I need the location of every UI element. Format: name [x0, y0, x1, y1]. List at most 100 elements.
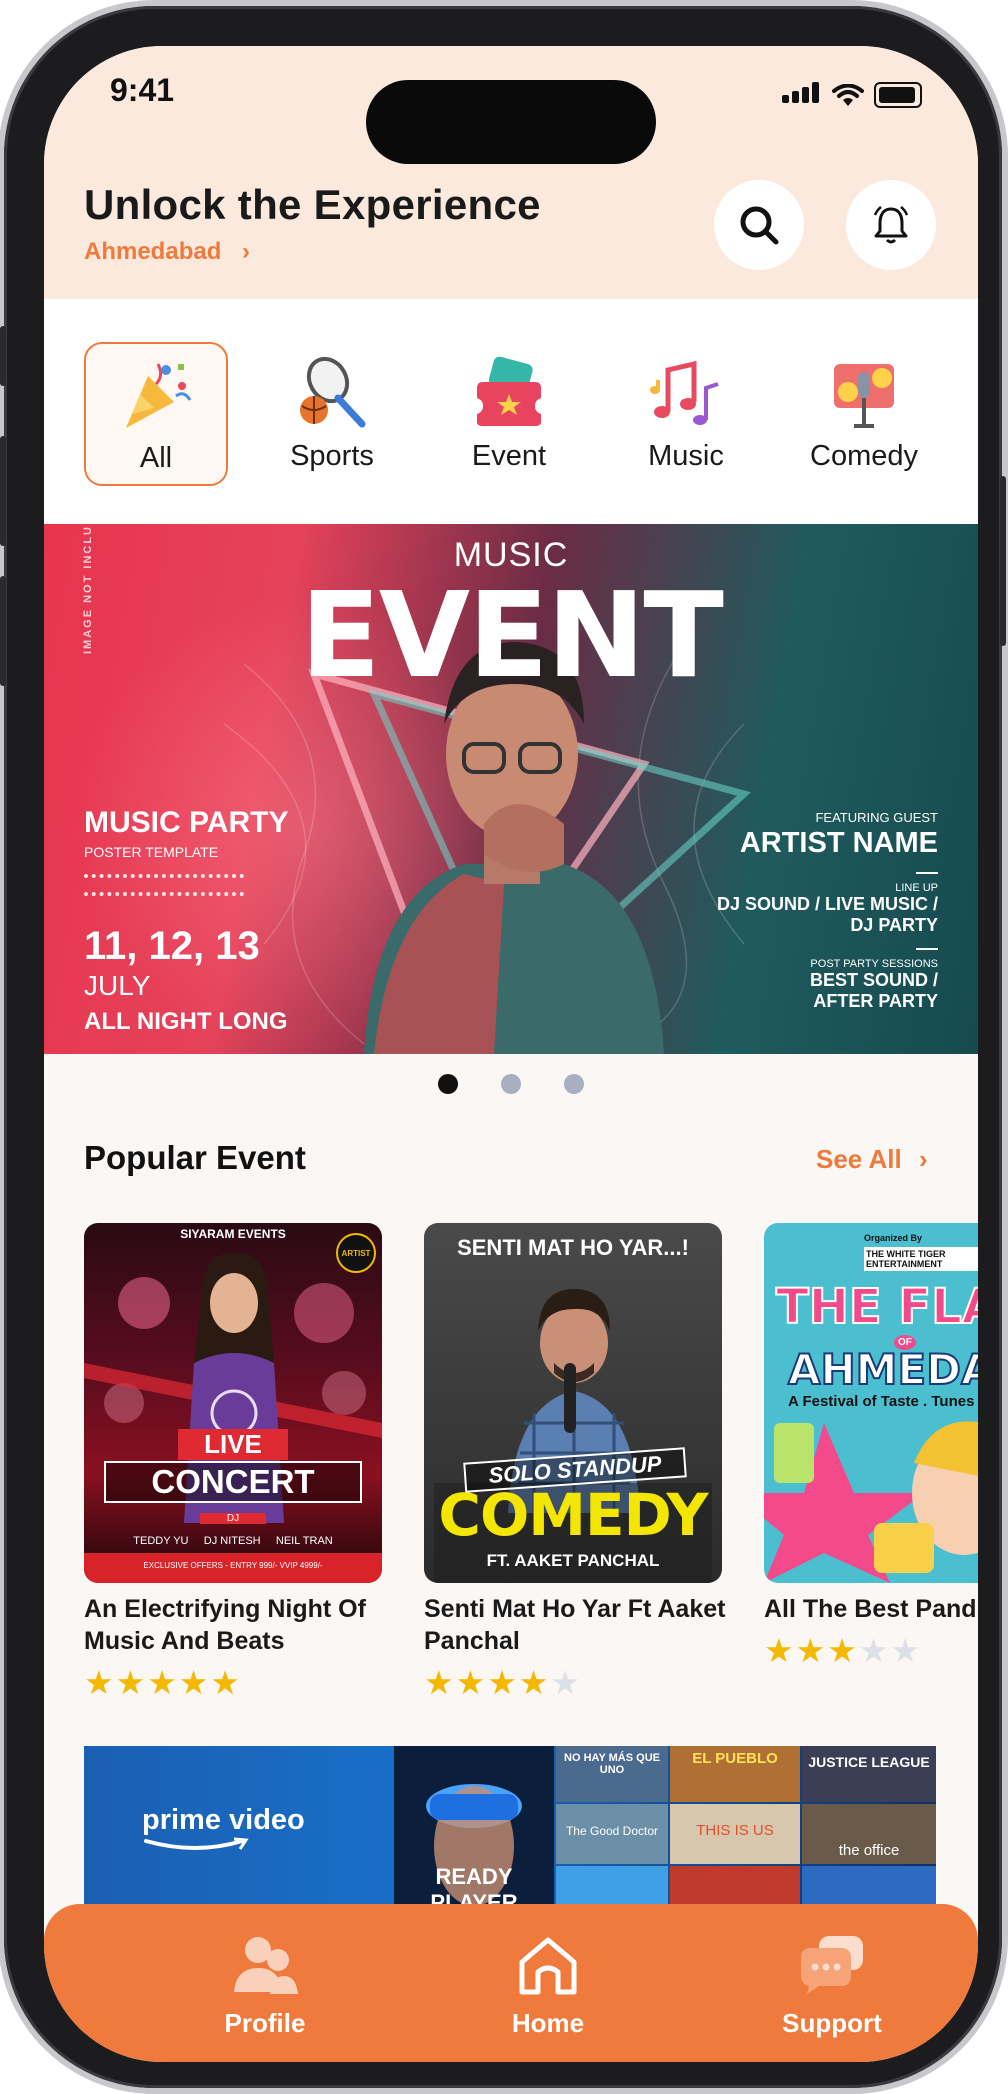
profile-icon: [234, 1937, 298, 1994]
nav-label: Home: [511, 2008, 585, 2038]
category-comedy[interactable]: Comedy: [794, 342, 934, 482]
category-music[interactable]: Music: [616, 342, 756, 482]
signal-icon: [782, 82, 822, 108]
banner-details: FEATURING GUEST ARTIST NAME LINE UP DJ S…: [717, 810, 938, 1012]
poster-ahmedabad-label: AHMEDAB: [787, 1344, 978, 1395]
nav-home[interactable]: Home: [458, 1934, 638, 2039]
poster-offer: EXCLUSIVE OFFERS - ENTRY 999/- VVIP 4999…: [143, 1561, 323, 1570]
banner-month: JULY: [84, 970, 151, 1001]
promo-tile: The Good Doctor: [556, 1804, 668, 1864]
category-sports[interactable]: Sports: [262, 342, 402, 482]
tennis-racket-icon: [292, 352, 372, 432]
search-button[interactable]: [714, 180, 804, 270]
poster-dj-tag: DJ: [200, 1513, 266, 1524]
event-card[interactable]: SIYARAM EVENTS ARTIST LIVE CONCERT DJ TE…: [84, 1223, 382, 1702]
promo-tile: EL PUEBLO: [670, 1746, 800, 1802]
banner-party-sub: POSTER TEMPLATE: [84, 844, 219, 860]
poster-flavour-label: THE FLAVO: [775, 1278, 978, 1336]
event-card[interactable]: SENTI MAT HO YAR...! SOLO STANDUP COMEDY…: [424, 1223, 725, 1702]
nav-profile[interactable]: Profile: [175, 1934, 355, 2039]
category-all[interactable]: All: [84, 342, 228, 486]
event-title: An Electrifying Night Of Music And Beats: [84, 1595, 366, 1655]
chevron-right-icon: ›: [242, 238, 251, 265]
carousel-dot[interactable]: [564, 1074, 584, 1094]
promo-tile: NO HAY MÁS QUE UNO: [556, 1746, 668, 1802]
star-icon: ★: [178, 1664, 211, 1701]
star-icon: ★: [890, 1632, 922, 1669]
comedy-mic-icon: [824, 352, 904, 432]
bottom-nav: Profile Home Support: [44, 1904, 978, 2062]
poster-badge: ARTIST: [336, 1233, 376, 1273]
status-time: 9:41: [110, 72, 175, 108]
prime-video-logo: prime video: [142, 1804, 305, 1858]
poster-sub-label: A Festival of Taste . Tunes: [788, 1393, 975, 1410]
home-icon: [519, 1937, 577, 1995]
promo-tile: THIS IS US: [670, 1804, 800, 1864]
poster-top-text: SENTI MAT HO YAR...!: [457, 1235, 689, 1260]
location-label: Ahmedabad: [84, 238, 222, 265]
poster-org-label: Organized By: [864, 1233, 923, 1243]
poster-ft-label: FT. AAKET PANCHAL: [486, 1551, 660, 1570]
star-icon: ★: [115, 1664, 148, 1701]
rating-stars: ★★★★★: [84, 1663, 382, 1702]
ticket-icon: [469, 352, 549, 432]
phone-frame: 9:41 Unlock the Experience Ahmedabad › A…: [0, 6, 1006, 2088]
music-notes-icon: [646, 352, 726, 432]
see-all-link[interactable]: See All ›: [816, 1144, 928, 1175]
prime-video-banner[interactable]: prime video READY PLAYER NO HAY MÁS QUE …: [84, 1746, 936, 1916]
dynamic-island: [366, 80, 656, 164]
event-poster: SIYARAM EVENTS ARTIST LIVE CONCERT DJ TE…: [84, 1223, 382, 1583]
category-label: Comedy: [810, 440, 918, 472]
category-event[interactable]: Event: [439, 342, 579, 482]
bell-icon: [873, 206, 909, 244]
star-icon: ★: [424, 1664, 456, 1701]
banner-headline: EVENT: [300, 566, 724, 704]
star-icon: ★: [147, 1664, 179, 1701]
chat-bubbles-icon: [801, 1936, 863, 1994]
nav-label: Support: [782, 2008, 882, 2038]
banner-artist-name: ARTIST NAME: [739, 827, 938, 859]
search-icon: [740, 206, 779, 245]
event-poster: Organized By THE WHITE TIGER ENTERTAINME…: [764, 1223, 978, 1583]
banner-dates: 11, 12, 13: [84, 924, 260, 968]
nav-label: Profile: [224, 2008, 306, 2038]
featured-banner[interactable]: IMAGE NOT INCLU MUSIC EVENT MUSIC PARTY …: [44, 524, 978, 1054]
promo-tile: the office: [802, 1804, 936, 1864]
star-icon: ★: [487, 1664, 519, 1701]
section-title: Popular Event: [84, 1139, 306, 1176]
battery-icon: [874, 82, 922, 108]
poster-org-name: THE WHITE TIGER ENTERTAINMENT: [864, 1247, 978, 1271]
banner-divider: [916, 948, 938, 950]
app-screen: 9:41 Unlock the Experience Ahmedabad › A…: [44, 46, 978, 2062]
poster-concert-label: CONCERT: [104, 1461, 362, 1503]
star-icon: ★: [795, 1632, 828, 1669]
smile-arrow-icon: [144, 1837, 249, 1850]
see-all-label: See All: [816, 1144, 902, 1174]
notifications-button[interactable]: [846, 180, 936, 270]
banner-tagline: ALL NIGHT LONG: [84, 1008, 288, 1035]
carousel-dot[interactable]: [501, 1074, 521, 1094]
event-card[interactable]: Organized By THE WHITE TIGER ENTERTAINME…: [764, 1223, 978, 1670]
volume-up-button: [0, 436, 6, 546]
carousel-dot-active[interactable]: [438, 1074, 458, 1094]
star-icon: ★: [827, 1632, 859, 1669]
banner-featuring-label: FEATURING GUEST: [815, 810, 938, 825]
star-icon: ★: [455, 1664, 488, 1701]
banner-divider: [916, 872, 938, 874]
nav-support[interactable]: Support: [742, 1934, 922, 2039]
star-icon: ★: [518, 1664, 551, 1701]
category-label: Music: [648, 440, 724, 472]
star-icon: ★: [764, 1632, 796, 1669]
banner-post-2: AFTER PARTY: [813, 991, 938, 1011]
location-selector[interactable]: Ahmedabad ›: [84, 238, 250, 266]
carousel-indicator: [44, 1074, 978, 1094]
volume-down-button: [0, 576, 6, 686]
status-icons: [782, 82, 922, 108]
wifi-icon: [832, 84, 864, 106]
event-title: All The Best Pand: [764, 1595, 977, 1623]
star-icon: ★: [210, 1664, 242, 1701]
app-header: 9:41 Unlock the Experience Ahmedabad ›: [44, 46, 978, 299]
party-popper-icon: [116, 354, 196, 434]
event-poster: SENTI MAT HO YAR...! SOLO STANDUP COMEDY…: [424, 1223, 722, 1583]
category-label: Sports: [290, 440, 374, 472]
